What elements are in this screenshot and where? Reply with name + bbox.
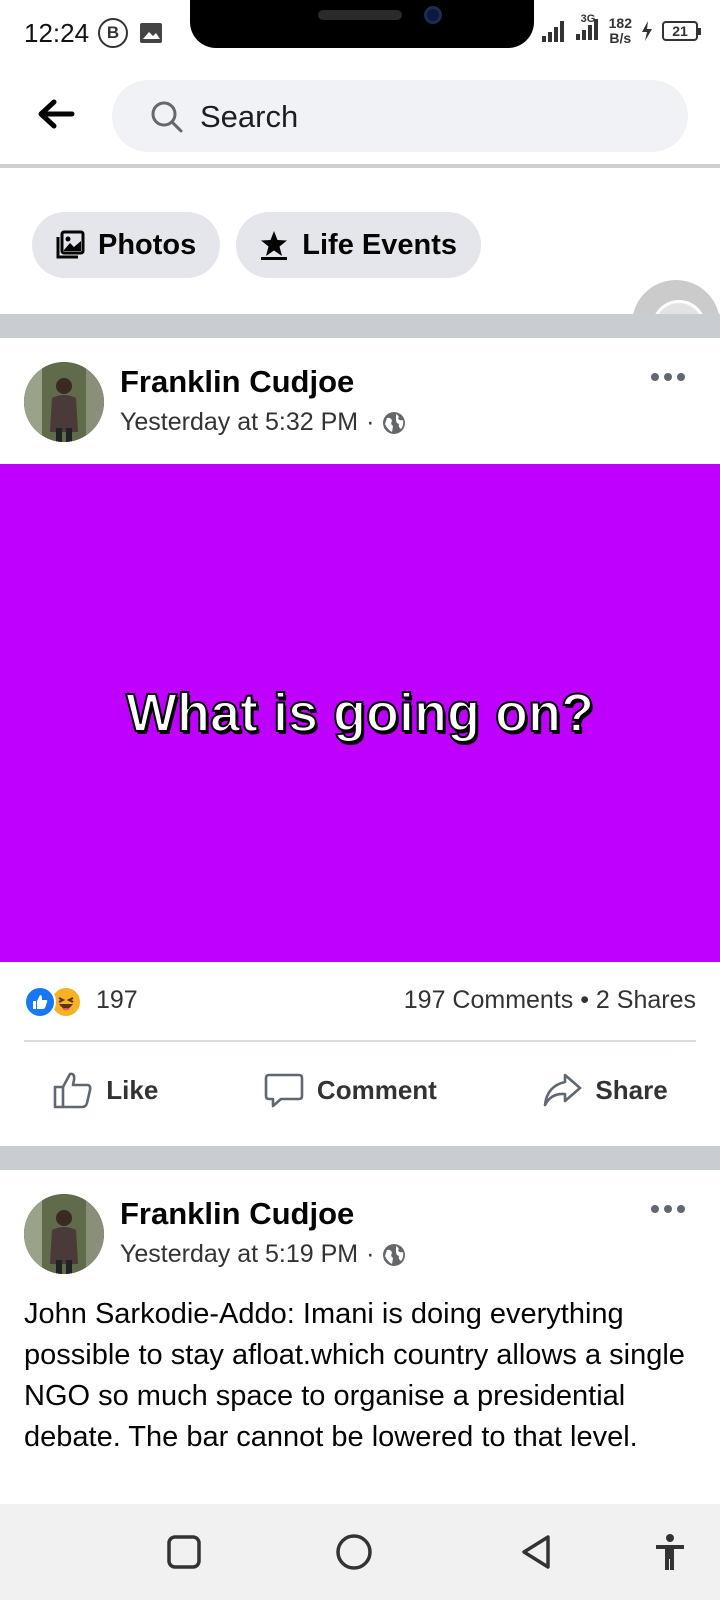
- comment-button[interactable]: Comment: [263, 1069, 437, 1111]
- share-label: Share: [595, 1074, 668, 1105]
- section-separator: [0, 1146, 720, 1170]
- chip-life-events-label: Life Events: [302, 228, 457, 261]
- speed-value: 182: [608, 15, 632, 31]
- like-button[interactable]: Like: [52, 1069, 158, 1111]
- search-icon: [151, 101, 183, 133]
- meta-separator: ·: [366, 1240, 375, 1268]
- post-meta: Yesterday at 5:32 PM ·: [120, 408, 406, 437]
- battery-icon: 21: [662, 21, 701, 41]
- search-input[interactable]: Search: [112, 80, 688, 152]
- globe-icon: [383, 1243, 406, 1266]
- chip-photos-label: Photos: [98, 228, 197, 261]
- post-media[interactable]: What is going on?: [0, 464, 720, 962]
- reaction-count[interactable]: 197: [96, 986, 138, 1015]
- photos-icon: [56, 230, 85, 259]
- speed-unit: B/s: [609, 30, 632, 46]
- post-text[interactable]: John Sarkodie-Addo: Imani is doing every…: [24, 1294, 704, 1458]
- feed-post: Franklin Cudjoe Yesterday at 5:32 PM · W…: [0, 338, 720, 1144]
- profile-photo: [24, 1194, 104, 1274]
- charging-icon: [642, 21, 652, 41]
- post-actions: Like Comment Share: [0, 1050, 720, 1130]
- reactions-row: 197 197 Comments • 2 Shares: [24, 978, 696, 1022]
- status-right-icons: 3G 182 B/s 21: [541, 13, 701, 46]
- status-left-icons: B: [98, 18, 164, 48]
- profile-photo: [24, 362, 104, 442]
- search-header: Search: [0, 64, 720, 164]
- thumbs-up-icon: [53, 1072, 92, 1109]
- feed-post: Franklin Cudjoe Yesterday at 5:19 PM · J…: [0, 1170, 720, 1504]
- network-speed: 182 B/s: [609, 16, 632, 46]
- header-divider: [0, 164, 720, 168]
- star-icon: [261, 231, 288, 260]
- post-author[interactable]: Franklin Cudjoe: [120, 1196, 354, 1232]
- post-divider: [24, 1040, 696, 1042]
- search-placeholder: Search: [200, 99, 299, 134]
- recent-apps-icon[interactable]: [164, 1532, 204, 1572]
- accessibility-icon[interactable]: [650, 1532, 690, 1572]
- comment-bubble-icon: [264, 1073, 304, 1108]
- status-time: 12:24: [24, 18, 90, 48]
- status-bar: 12:24 B 3G 182 B/s 21: [0, 0, 720, 64]
- comments-shares-count[interactable]: 197 Comments • 2 Shares: [404, 986, 696, 1015]
- more-options-button[interactable]: [648, 1194, 688, 1224]
- share-button[interactable]: Share: [541, 1069, 668, 1111]
- camera-notch: [190, 0, 534, 48]
- back-triangle-icon[interactable]: [516, 1532, 556, 1572]
- back-button[interactable]: [34, 92, 78, 136]
- comment-label: Comment: [316, 1074, 437, 1105]
- filter-chips: Photos Life Events: [32, 212, 481, 278]
- arrow-left-icon: [38, 99, 75, 129]
- section-separator: [0, 314, 720, 338]
- notification-badge-icon: B: [98, 18, 128, 48]
- meta-separator: ·: [366, 408, 375, 436]
- share-arrow-icon: [544, 1073, 582, 1107]
- post-media-text: What is going on?: [125, 682, 595, 744]
- system-nav-bar: [0, 1504, 720, 1600]
- like-label: Like: [106, 1074, 159, 1105]
- signal-icon: [541, 21, 564, 42]
- network-type-label: 3G: [580, 12, 596, 25]
- post-meta: Yesterday at 5:19 PM ·: [120, 1240, 406, 1269]
- more-options-button[interactable]: [648, 362, 688, 392]
- post-author[interactable]: Franklin Cudjoe: [120, 364, 354, 400]
- avatar[interactable]: [24, 362, 104, 442]
- post-timestamp[interactable]: Yesterday at 5:19 PM: [120, 1240, 358, 1269]
- post-timestamp[interactable]: Yesterday at 5:32 PM: [120, 408, 358, 437]
- chip-photos[interactable]: Photos: [32, 212, 221, 278]
- avatar[interactable]: [24, 1194, 104, 1274]
- home-icon[interactable]: [334, 1532, 374, 1572]
- gallery-notification-icon: [140, 23, 162, 43]
- chip-life-events[interactable]: Life Events: [236, 212, 481, 278]
- globe-icon: [383, 411, 406, 434]
- like-reaction-icon[interactable]: [24, 986, 56, 1018]
- signal-3g-icon: 3G: [575, 13, 601, 46]
